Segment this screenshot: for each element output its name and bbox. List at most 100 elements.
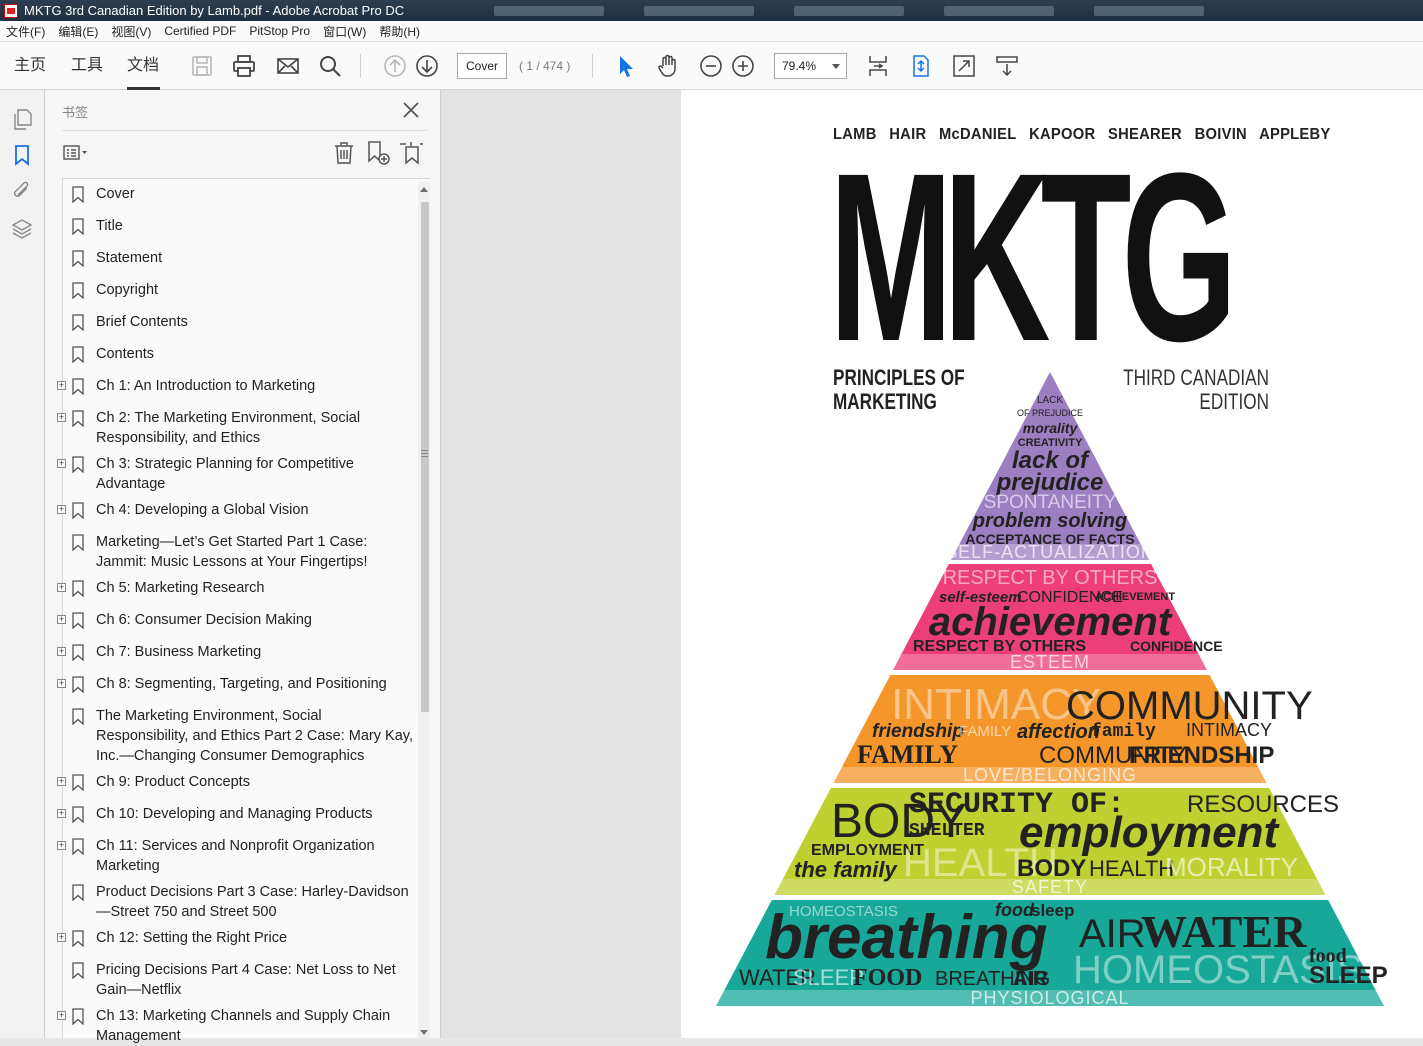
bookmark-tree: Cover Title Statement Copyright Brief Conten… (57, 178, 430, 1044)
menu-window[interactable]: 窗口(W) (323, 23, 366, 40)
menu-certified-pdf[interactable]: Certified PDF (164, 24, 236, 38)
bookmark-icon (72, 930, 84, 947)
pyramid-word: HEALTH (1089, 856, 1174, 881)
zoom-out-icon[interactable] (699, 54, 723, 78)
expand-icon[interactable]: + (57, 505, 66, 514)
chevron-down-icon (832, 64, 840, 69)
bookmark-label: Marketing—Let’s Get Started Part 1 Case:… (96, 534, 368, 570)
title-bar: MKTG 3rd Canadian Edition by Lamb.pdf - … (0, 0, 1423, 21)
tab-tools[interactable]: 工具 (71, 42, 103, 90)
bookmark-label: Ch 8: Segmenting, Targeting, and Positio… (96, 676, 387, 692)
pyramid-word: problem solving (972, 510, 1127, 532)
pyramid-word: CONFIDENCE (1130, 638, 1223, 654)
pyramid-word: morality (1023, 420, 1079, 436)
bookmark-label: Product Decisions Part 3 Case: Harley-Da… (96, 884, 409, 920)
bookmark-label: Ch 2: The Marketing Environment, Social … (96, 410, 361, 446)
zoom-select[interactable]: 79.4% (774, 53, 847, 79)
hand-tool-icon[interactable] (656, 54, 680, 78)
scroll-up-icon[interactable] (420, 187, 428, 192)
tab-home[interactable]: 主页 (14, 42, 46, 90)
bookmark-icon (72, 456, 84, 473)
bookmark-icon (72, 534, 84, 551)
pyramid-word: FAMILY (959, 723, 1011, 740)
pyramid-word: FAMILY (857, 740, 958, 769)
layers-icon[interactable] (11, 218, 33, 240)
panel-title: 书签 (62, 105, 89, 120)
page-number-input[interactable]: Cover (457, 53, 507, 79)
bookmark-label: Ch 1: An Introduction to Marketing (96, 378, 316, 394)
bookmark-icon (72, 774, 84, 791)
bookmark-label: Ch 3: Strategic Planning for Competitive… (96, 456, 354, 492)
pyramid-word: FRIENDSHIP (1129, 742, 1274, 769)
close-icon[interactable] (400, 99, 422, 121)
menu-view[interactable]: 视图(V) (111, 23, 151, 40)
scroll-down-icon[interactable] (420, 1030, 428, 1035)
expand-icon[interactable]: + (57, 679, 66, 688)
bookmarks-icon[interactable] (11, 144, 33, 166)
bookmark-icon (72, 282, 84, 299)
scrollbar[interactable] (418, 182, 430, 1038)
pyramid-word: AIR (1013, 968, 1048, 990)
bookmark-label: Ch 12: Setting the Right Price (96, 930, 288, 946)
select-cursor-icon[interactable] (614, 54, 638, 78)
email-icon[interactable] (276, 54, 300, 78)
acrobat-icon (4, 3, 18, 18)
bookmarks-panel: 书签 Cover Title Statement Copyright Brief Con… (45, 90, 441, 1044)
bookmark-settings-icon[interactable] (398, 140, 424, 166)
scroll-thumb[interactable] (421, 202, 429, 712)
bookmark-label: Cover (96, 186, 135, 202)
page-display-icon[interactable] (866, 54, 890, 78)
bookmark-icon (72, 378, 84, 395)
new-bookmark-icon[interactable] (365, 140, 391, 166)
pyramid-word: the family (794, 857, 898, 882)
read-mode-icon[interactable] (995, 54, 1019, 78)
menu-help[interactable]: 帮助(H) (379, 23, 420, 40)
pyramid-word: RESPECT BY OTHERS (913, 638, 1086, 655)
expand-icon[interactable]: + (57, 647, 66, 656)
menu-pitstop-pro[interactable]: PitStop Pro (249, 24, 310, 38)
expand-icon[interactable]: + (57, 413, 66, 422)
bookmark-icon (72, 218, 84, 235)
menu-file[interactable]: 文件(F) (6, 23, 45, 40)
search-icon[interactable] (318, 54, 342, 78)
bookmark-label: Contents (96, 346, 155, 362)
expand-icon[interactable]: + (57, 777, 66, 786)
pyramid-word: LACK (1037, 395, 1063, 406)
previous-page-icon[interactable] (383, 54, 407, 78)
page-thumbnails-icon[interactable] (11, 108, 33, 130)
zoom-in-icon[interactable] (731, 54, 755, 78)
zoom-value: 79.4% (782, 59, 817, 73)
bookmark-icon (72, 612, 84, 629)
next-page-icon[interactable] (415, 54, 439, 78)
background-window (944, 5, 1055, 16)
options-menu-icon[interactable] (62, 140, 88, 166)
expand-icon[interactable]: + (57, 459, 66, 468)
delete-icon[interactable] (331, 140, 357, 166)
bookmark-icon (72, 186, 84, 203)
bookmark-label: Ch 9: Product Concepts (96, 774, 250, 790)
fit-page-icon[interactable] (909, 54, 933, 78)
pyramid-word: FOOD (853, 965, 922, 991)
background-window (1094, 5, 1205, 16)
expand-icon[interactable]: + (57, 381, 66, 390)
expand-icon[interactable]: + (57, 1011, 66, 1020)
expand-icon[interactable]: + (57, 933, 66, 942)
expand-icon[interactable]: + (57, 809, 66, 818)
expand-icon[interactable]: + (57, 841, 66, 850)
pdf-page: LAMB HAIR McDANIEL KAPOOR SHEARER BOIVIN… (681, 90, 1423, 1038)
save-icon[interactable] (190, 54, 214, 78)
background-window (494, 5, 605, 16)
print-icon[interactable] (232, 54, 256, 78)
tab-document[interactable]: 文档 (127, 42, 160, 90)
full-screen-icon[interactable] (952, 54, 976, 78)
attachments-icon[interactable] (11, 180, 33, 202)
expand-icon[interactable]: + (57, 615, 66, 624)
pyramid-word: family (1091, 722, 1156, 742)
bookmark-label: Brief Contents (96, 314, 188, 330)
pyramid-word: employment (1019, 808, 1281, 857)
expand-icon[interactable]: + (57, 583, 66, 592)
background-window (794, 5, 905, 16)
pyramid-word: OF PREJUDICE (1017, 408, 1083, 418)
bookmark-icon (72, 502, 84, 519)
menu-edit[interactable]: 编辑(E) (58, 23, 98, 40)
